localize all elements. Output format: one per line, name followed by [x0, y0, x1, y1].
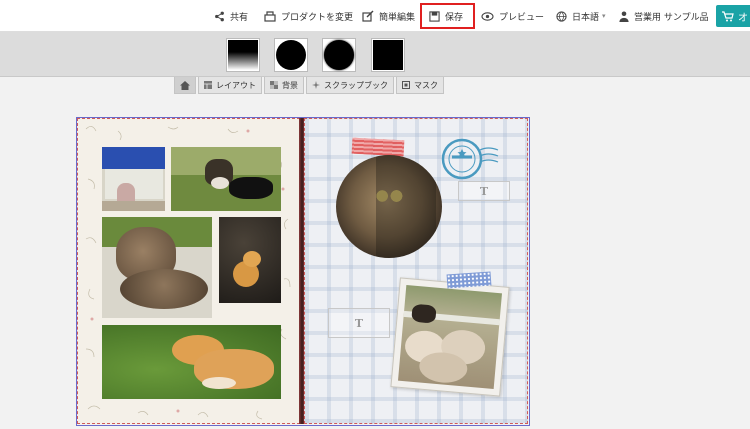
top-bar: 共有 プロダクトを変更 簡単編集 保存 プレビュー 日本語 ▾ 営業用 サンプル… — [0, 0, 750, 32]
cart-button[interactable]: オ — [716, 5, 750, 27]
photo-orange-kitten[interactable] — [219, 217, 281, 303]
photo-sheep-tilted[interactable] — [390, 277, 510, 397]
tab-background-label: 背景 — [282, 80, 298, 90]
scrapbook-icon — [312, 81, 320, 89]
dog-black — [229, 177, 273, 199]
user-icon — [619, 10, 629, 22]
user-menu[interactable]: 営業用 サンプル品 — [619, 6, 709, 26]
mask-icon — [402, 81, 410, 89]
photobook-spread[interactable]: T T — [76, 117, 530, 426]
left-page[interactable] — [77, 118, 300, 424]
tab-mask[interactable]: マスク — [396, 77, 444, 94]
save-icon — [429, 10, 440, 22]
change-product-button[interactable]: プロダクトを変更 — [264, 6, 353, 26]
edit-icon — [362, 10, 374, 22]
language-select[interactable]: 日本語 ▾ — [556, 6, 606, 26]
photo-tabby-cat[interactable] — [102, 217, 212, 318]
pasture — [397, 284, 503, 390]
globe-icon — [556, 10, 567, 22]
save-label: 保存 — [445, 12, 464, 23]
tab-layout-label: レイアウト — [216, 80, 256, 90]
photo-orange-cat-grass[interactable] — [102, 325, 281, 399]
circle-mask-icon — [276, 40, 306, 70]
soft-circle-mask-icon — [324, 40, 354, 70]
user-label: 営業用 サンプル品 — [634, 12, 709, 23]
tent-roof — [102, 147, 165, 169]
eye-icon — [481, 11, 494, 21]
mask-toolbar — [0, 32, 750, 77]
mask-gradient-button[interactable] — [226, 38, 260, 72]
shadow — [376, 155, 436, 258]
text-frame-1[interactable]: T — [458, 181, 510, 201]
save-button[interactable]: 保存 — [429, 6, 463, 26]
text-frame-2[interactable]: T — [328, 308, 390, 338]
background-icon — [270, 81, 278, 89]
layout-icon — [204, 81, 212, 89]
postmark-stamp[interactable] — [438, 136, 500, 182]
cart-label: オ — [738, 12, 748, 24]
preview-button[interactable]: プレビュー — [481, 6, 544, 26]
tab-background[interactable]: 背景 — [264, 77, 304, 94]
tab-scrapbook-label: スクラップブック — [324, 80, 388, 90]
share-label: 共有 — [230, 12, 249, 23]
share-icon — [215, 11, 224, 21]
editor-tabs: レイアウト 背景 スクラップブック マスク — [174, 77, 446, 94]
photo-person-tent[interactable] — [102, 147, 165, 211]
chevron-down-icon: ▾ — [602, 12, 606, 20]
tab-layout[interactable]: レイアウト — [198, 77, 262, 94]
photo-dogs[interactable] — [171, 147, 281, 211]
easy-edit-label: 簡単編集 — [379, 12, 416, 23]
mask-circle-button[interactable] — [274, 38, 308, 72]
tab-scrapbook[interactable]: スクラップブック — [306, 77, 394, 94]
language-label: 日本語 — [572, 12, 600, 23]
mask-soft-circle-button[interactable] — [322, 38, 356, 72]
cat-white-paws — [202, 377, 236, 389]
cart-icon — [722, 10, 734, 21]
kitten-head — [243, 251, 261, 267]
easy-edit-button[interactable]: 簡単編集 — [362, 6, 415, 26]
share-button[interactable]: 共有 — [214, 6, 248, 26]
preview-label: プレビュー — [499, 12, 545, 23]
dog-sheep-herding — [411, 303, 437, 324]
product-icon — [264, 11, 276, 22]
square-mask-icon — [373, 40, 403, 70]
gradient-mask-icon — [228, 40, 258, 70]
photo-cat-circle[interactable] — [336, 155, 442, 258]
right-page[interactable]: T T — [304, 118, 528, 424]
tab-mask-label: マスク — [414, 80, 438, 90]
dog-white-chest — [211, 177, 229, 189]
cat-body — [120, 269, 208, 309]
red-washi-tape[interactable] — [351, 137, 405, 157]
tab-home[interactable] — [174, 77, 196, 94]
ground — [102, 201, 165, 211]
change-product-label: プロダクトを変更 — [281, 12, 354, 23]
home-icon — [180, 80, 190, 90]
mask-square-button[interactable] — [371, 38, 405, 72]
